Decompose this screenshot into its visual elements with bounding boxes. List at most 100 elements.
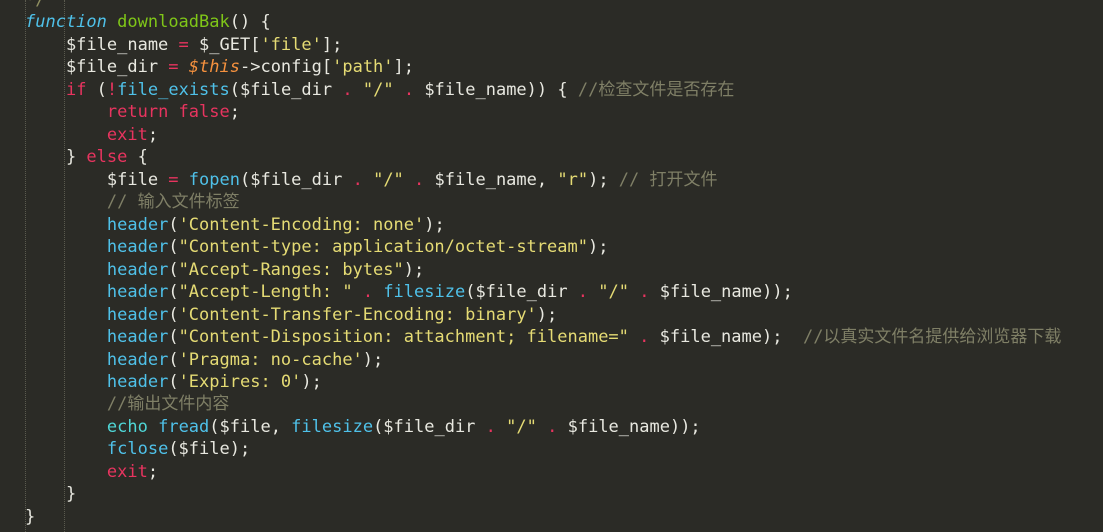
code-token: (: [168, 349, 179, 370]
code-token: header: [106, 349, 169, 370]
code-token: (: [168, 259, 179, 280]
code-token: 'Content-Encoding: none': [178, 214, 425, 235]
code-token: (: [168, 371, 179, 392]
code-token: fclose: [106, 439, 169, 460]
code-line[interactable]: $file_dir = $this->config['path'];: [0, 56, 1103, 78]
code-token: $_GET[: [188, 34, 261, 55]
code-line[interactable]: } else {: [0, 146, 1103, 168]
code-token: =: [178, 34, 189, 55]
code-line[interactable]: header("Accept-Ranges: bytes");: [0, 259, 1103, 281]
code-line[interactable]: header('Content-Transfer-Encoding: binar…: [0, 304, 1103, 326]
code-token: $file_name,: [424, 169, 558, 190]
code-line[interactable]: header("Accept-Length: " . filesize($fil…: [0, 281, 1103, 303]
code-token: .: [485, 416, 496, 437]
code-line[interactable]: exit;: [0, 461, 1103, 483]
code-line[interactable]: header('Content-Encoding: none');: [0, 214, 1103, 236]
code-token: else: [86, 147, 128, 168]
code-token: //以真实文件名提供给浏览器下载: [802, 327, 1062, 348]
code-line[interactable]: //输出文件内容: [0, 393, 1103, 415]
code-token: header: [106, 214, 169, 235]
code-token: .: [362, 282, 374, 303]
code-token: "r": [557, 169, 589, 190]
code-token: );: [587, 237, 609, 258]
code-token: "Accept-Ranges: bytes": [178, 259, 404, 280]
code-token: function: [25, 12, 107, 33]
code-line[interactable]: $file_name = $_GET['file'];: [0, 34, 1103, 56]
code-token: fopen: [188, 169, 240, 190]
code-token: header: [106, 282, 169, 303]
code-token: );: [362, 349, 384, 370]
code-line[interactable]: function downloadBak() {: [0, 11, 1103, 33]
code-token: ->config[: [239, 57, 333, 78]
code-token: (: [168, 304, 179, 325]
code-line[interactable]: header("Content-type: application/octet-…: [0, 236, 1103, 258]
code-token: exit: [106, 461, 148, 482]
code-token: .: [639, 327, 650, 348]
code-token: }: [25, 484, 77, 505]
code-token: */: [25, 0, 46, 10]
code-line[interactable]: header('Pragma: no-cache');: [0, 349, 1103, 371]
code-token: fread: [158, 416, 210, 437]
code-token: );: [403, 259, 425, 280]
code-token: if: [65, 79, 87, 100]
code-token: "/": [362, 79, 394, 100]
code-token: header: [106, 304, 169, 325]
code-editor[interactable]: */function downloadBak() { $file_name = …: [0, 0, 1103, 532]
code-token: ($file_dir: [465, 282, 578, 303]
code-token: "/": [506, 416, 537, 437]
code-line[interactable]: exit;: [0, 124, 1103, 146]
code-token: "/": [373, 169, 404, 190]
code-line[interactable]: if (!file_exists($file_dir . "/" . $file…: [0, 79, 1103, 101]
code-token: }: [25, 147, 87, 168]
code-line[interactable]: echo fread($file, filesize($file_dir . "…: [0, 416, 1103, 438]
code-token: .: [352, 169, 363, 190]
code-token: () {: [229, 12, 271, 33]
code-line[interactable]: // 输入文件标签: [0, 191, 1103, 213]
code-line[interactable]: header("Content-Disposition: attachment;…: [0, 326, 1103, 348]
code-token: $file_name);: [649, 327, 783, 348]
code-line[interactable]: */: [0, 0, 1103, 11]
code-line[interactable]: }: [0, 506, 1103, 528]
code-token: 'Content-Transfer-Encoding: binary': [178, 304, 537, 325]
code-token: .: [414, 169, 425, 190]
code-token: .: [403, 79, 415, 100]
code-token: echo: [106, 416, 148, 437]
code-token: ($file);: [168, 439, 251, 460]
code-token: //输出文件内容: [106, 394, 230, 415]
code-token: 'Pragma: no-cache': [178, 349, 363, 370]
code-line[interactable]: $file = fopen($file_dir . "/" . $file_na…: [0, 169, 1103, 191]
code-line[interactable]: fclose($file);: [0, 438, 1103, 460]
code-line[interactable]: return false;: [0, 101, 1103, 123]
code-token: ];: [321, 34, 343, 55]
code-token: return false: [106, 102, 230, 123]
code-token: );: [536, 304, 558, 325]
code-token: "Content-Disposition: attachment; filena…: [178, 327, 629, 348]
code-line[interactable]: }: [0, 483, 1103, 505]
code-token: .: [342, 79, 353, 100]
code-token: header: [106, 371, 169, 392]
code-token: $file_name));: [557, 416, 701, 437]
code-token: filesize: [291, 416, 374, 437]
code-line[interactable]: header('Expires: 0');: [0, 371, 1103, 393]
code-token: ($file_dir: [373, 416, 486, 437]
code-token: {: [127, 147, 148, 168]
code-content[interactable]: */function downloadBak() { $file_name = …: [0, 0, 1103, 528]
